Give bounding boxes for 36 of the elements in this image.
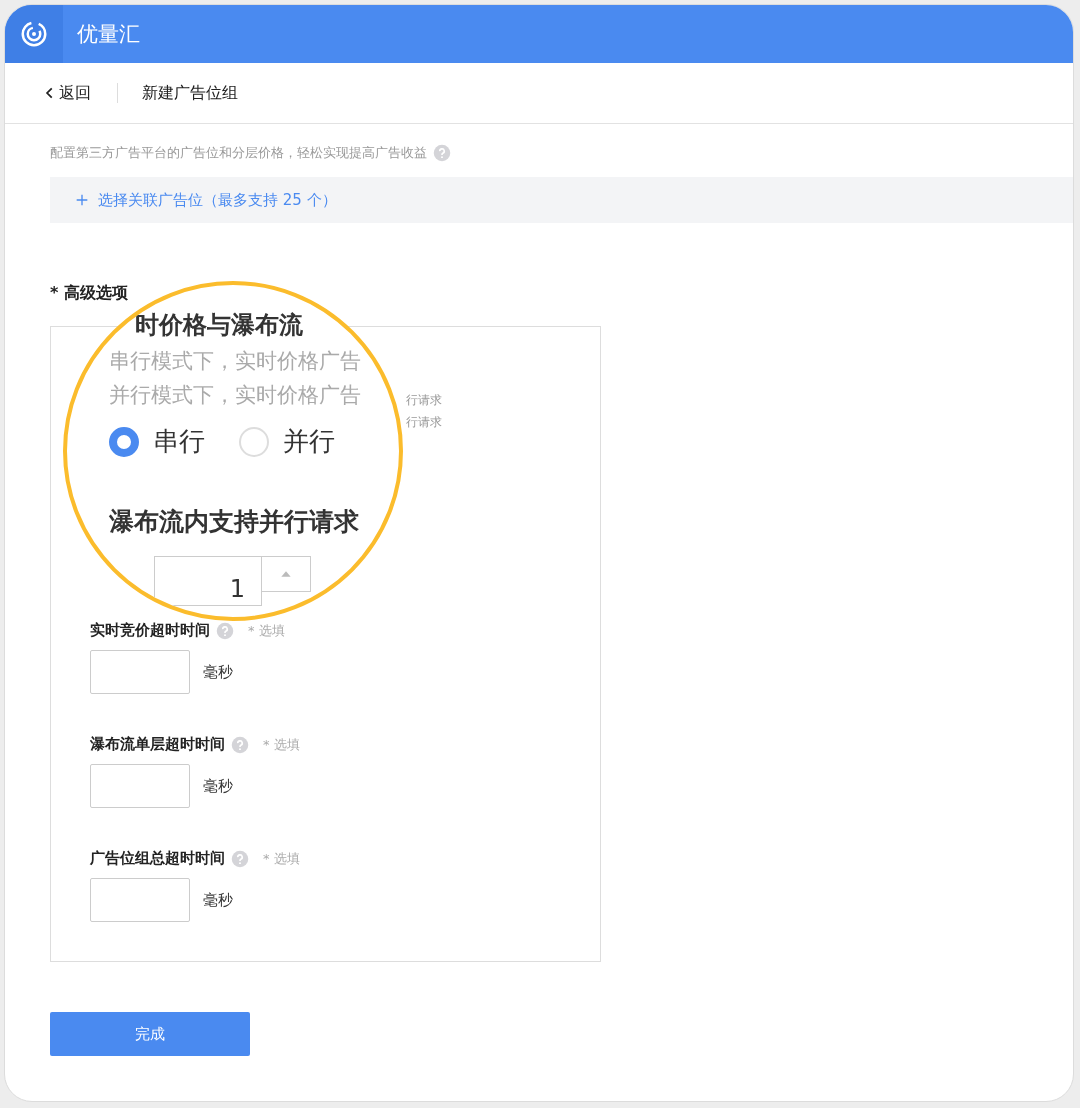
back-link[interactable]: 返回 (43, 82, 91, 104)
note-text: 行请求 (406, 392, 443, 409)
stepper-up-button[interactable] (262, 556, 311, 592)
section-heading: 时价格与瀑布流 (134, 310, 304, 341)
help-icon[interactable] (433, 144, 451, 162)
field-label: 瀑布流单层超时时间 (90, 735, 225, 754)
radio-button[interactable] (109, 426, 139, 457)
help-icon[interactable] (216, 621, 234, 640)
section-heading: 瀑布流内支持并行请求 (109, 506, 360, 538)
app-title: 优量汇 (77, 21, 140, 48)
optional-hint: * 选填 (263, 735, 300, 754)
page-title: 新建广告位组 (142, 82, 238, 104)
field-label: 实时竞价超时时间 (90, 621, 210, 640)
radio-option[interactable]: 串行 (109, 424, 205, 459)
section-label: * 高级选项 (50, 283, 129, 304)
radio-label: 并行 (283, 425, 335, 458)
help-icon[interactable] (231, 849, 249, 868)
input-field[interactable] (90, 650, 190, 694)
optional-hint: * 选填 (248, 621, 285, 640)
plus-icon (74, 192, 90, 208)
field-label: 广告位组总超时时间 (90, 849, 225, 868)
radio-option[interactable]: 并行 (239, 424, 335, 459)
input-field[interactable] (90, 764, 190, 808)
section-description: 配置第三方广告平台的广告位和分层价格，轻松实现提高广告收益 (50, 144, 427, 162)
input-field[interactable] (90, 878, 190, 922)
description-text: 并行模式下，实时价格广告 (109, 382, 362, 409)
unit-label: 毫秒 (203, 776, 233, 796)
help-icon[interactable] (231, 735, 249, 754)
description-text: 串行模式下，实时价格广告 (109, 348, 362, 375)
unit-label: 毫秒 (203, 662, 233, 682)
logo-icon (19, 19, 49, 49)
note-text: 行请求 (406, 414, 443, 431)
unit-label: 毫秒 (203, 890, 233, 910)
number-field[interactable]: 1 (154, 556, 262, 606)
optional-hint: * 选填 (263, 849, 300, 868)
radio-label: 串行 (153, 425, 205, 458)
